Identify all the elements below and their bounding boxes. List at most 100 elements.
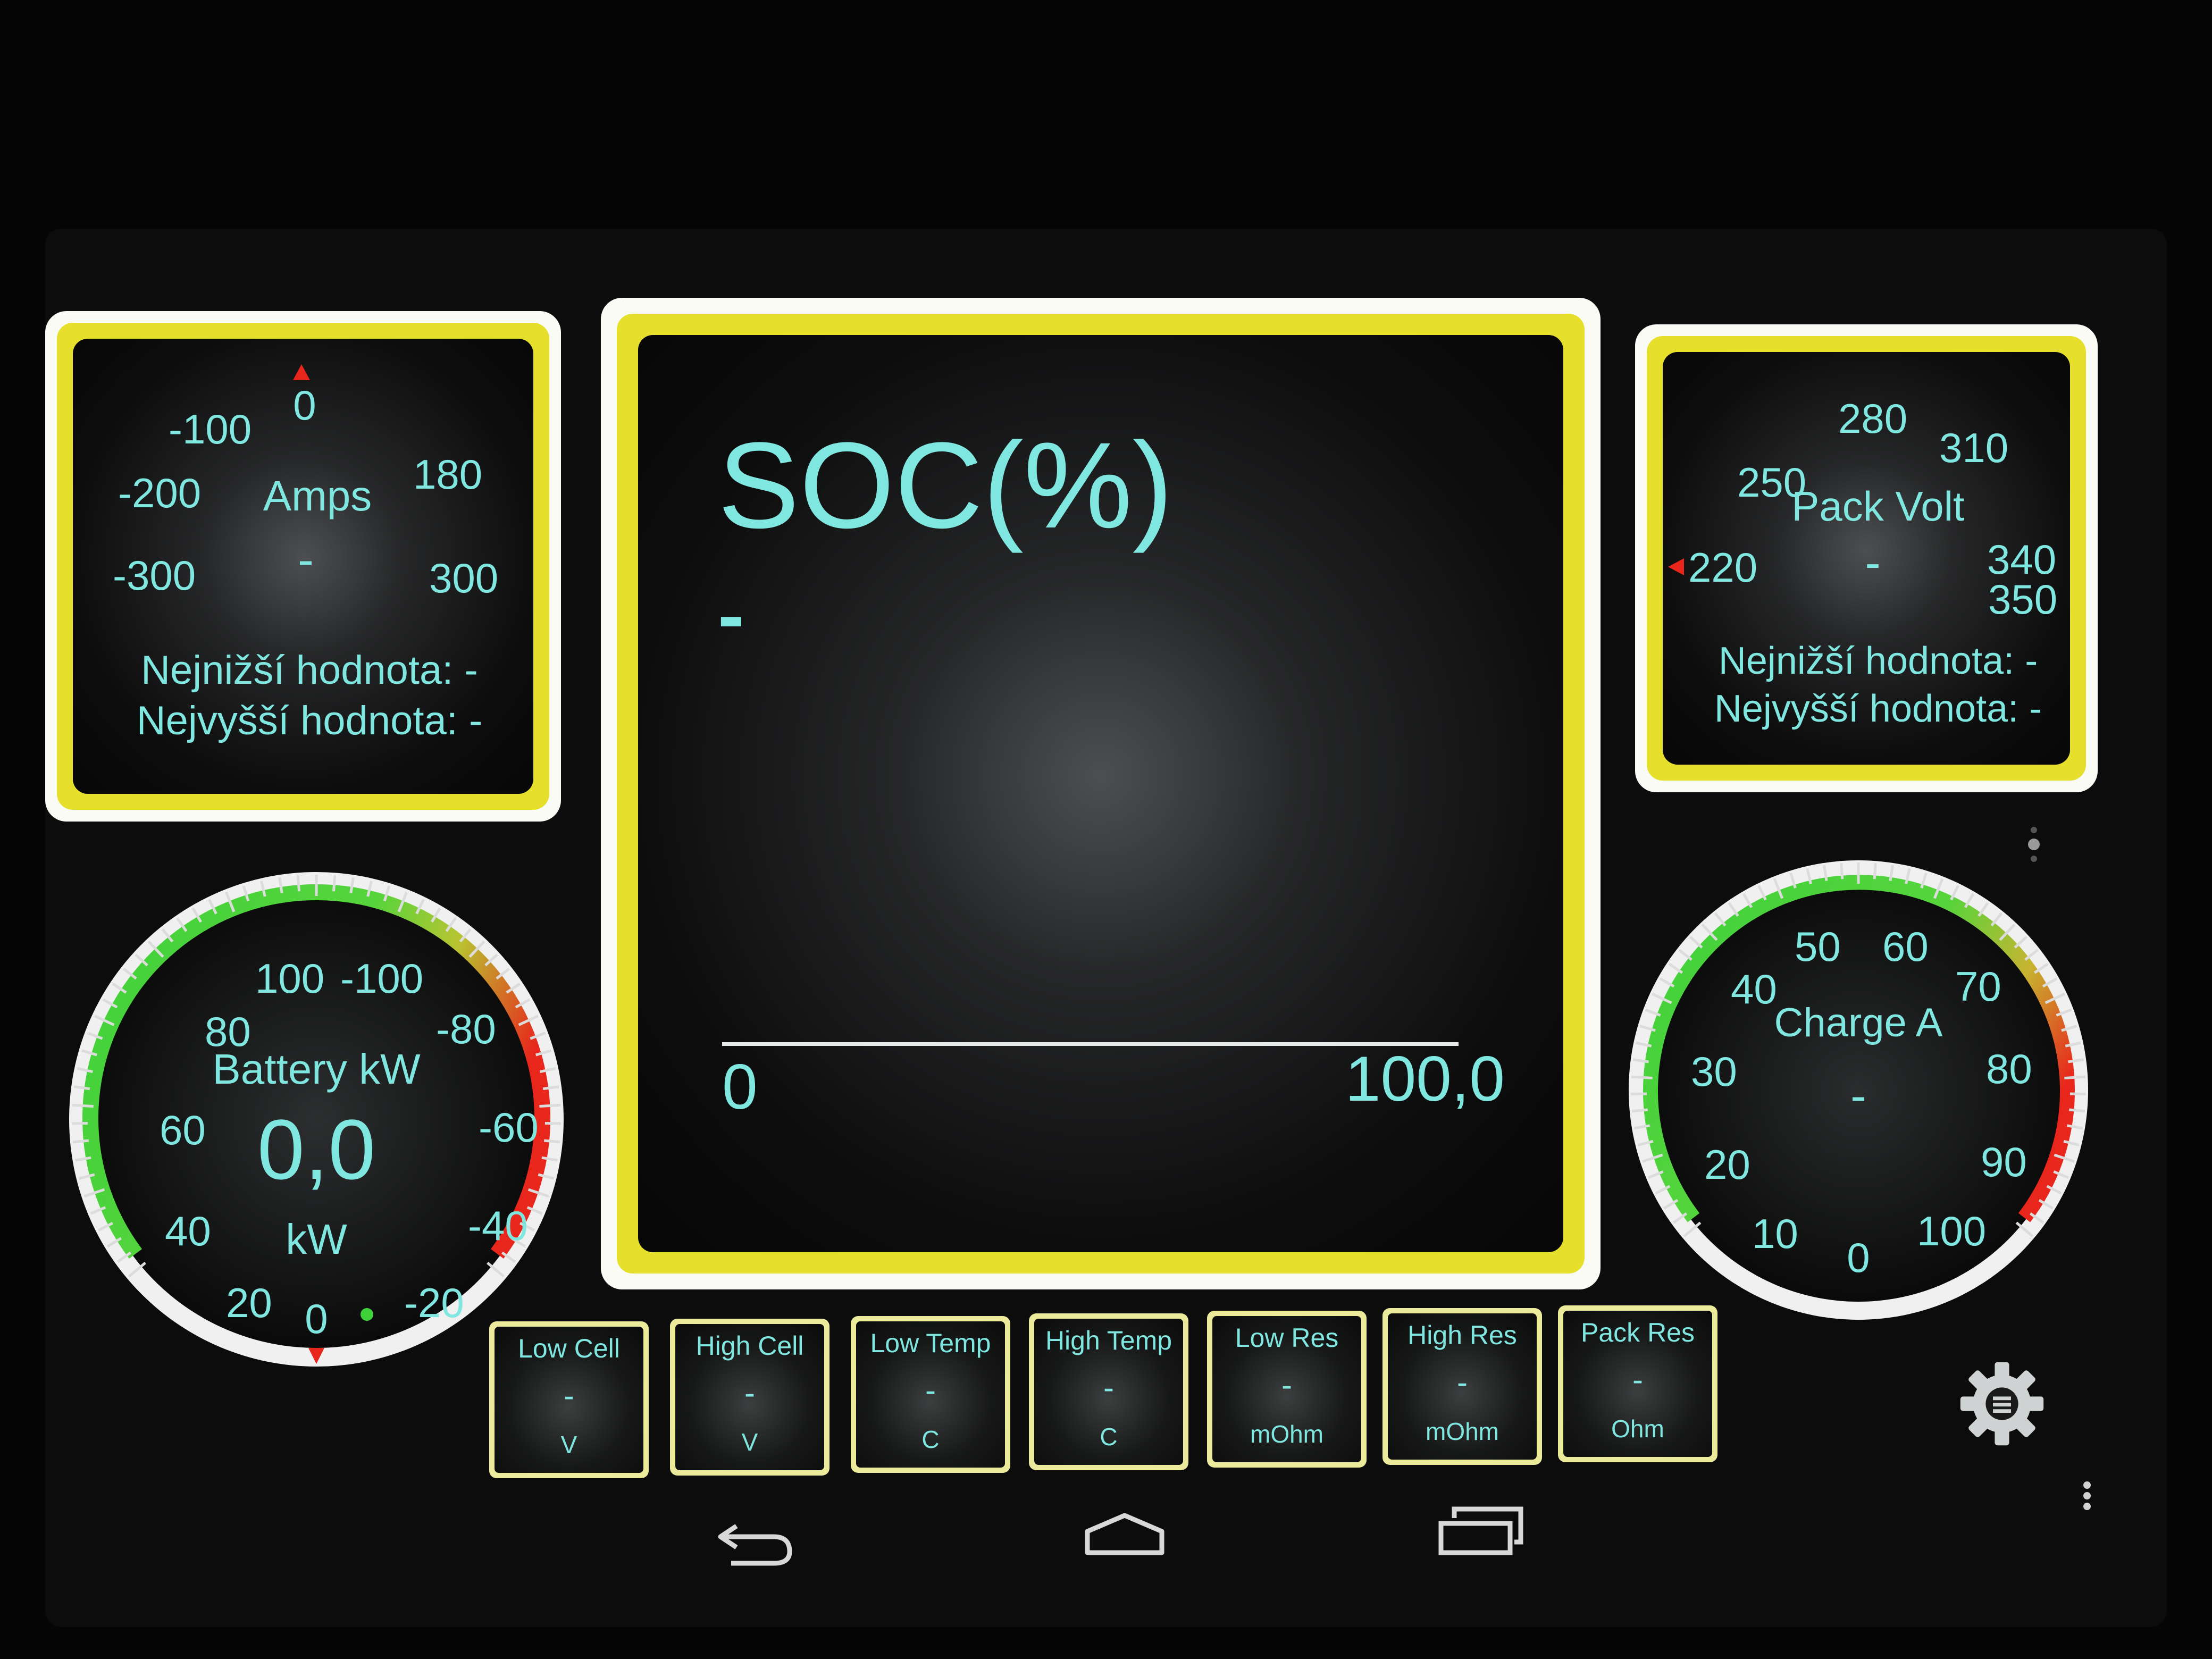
battery-tick: 60 xyxy=(160,1107,206,1153)
battery-tick: 0 xyxy=(305,1295,328,1342)
amps-tick: 300 xyxy=(429,555,499,601)
battery-tick: 40 xyxy=(165,1208,211,1254)
stat-tile-label: Low Cell xyxy=(518,1334,620,1363)
soc-min-label: 0 xyxy=(722,1051,758,1122)
back-icon[interactable] xyxy=(710,1510,800,1569)
pack-volt-tick: 220 xyxy=(1688,544,1758,591)
gauge-tick-mark xyxy=(296,875,301,892)
stat-tile-body: Low Res - mOhm xyxy=(1212,1316,1361,1462)
stat-tile-label: High Res xyxy=(1407,1320,1517,1350)
gauge-tick-mark xyxy=(2064,1075,2086,1079)
stat-tile-body: High Res - mOhm xyxy=(1388,1313,1537,1460)
charge-tick: 50 xyxy=(1795,923,1841,970)
overflow-menu-icon[interactable] xyxy=(2076,1478,2098,1531)
gauge-tick-mark xyxy=(539,1103,561,1108)
amps-tick: 0 xyxy=(293,382,316,429)
gauge-tick-mark xyxy=(332,875,337,892)
stat-tile-unit: C xyxy=(1100,1423,1118,1451)
gauge-tick-mark xyxy=(543,1139,560,1144)
battery-tick: -20 xyxy=(404,1279,464,1326)
gauge-tick-mark xyxy=(1873,863,1877,879)
battery-tick: -100 xyxy=(340,955,424,1002)
gauge-tick-mark xyxy=(2069,1108,2085,1113)
battery-kw-gauge[interactable]: 100 -100 80 -80 60 -60 40 -40 20 -20 0 B… xyxy=(64,867,569,1372)
battery-tick: -80 xyxy=(436,1006,496,1052)
dashboard-screen: 0 -100 -200 -300 180 300 Amps - Nejnižší… xyxy=(45,229,2167,1627)
page-indicator xyxy=(2026,822,2042,901)
home-icon[interactable] xyxy=(1077,1505,1172,1563)
stat-tile-body: Low Cell - V xyxy=(495,1327,643,1473)
battery-status-dot xyxy=(361,1308,373,1321)
amps-max-label: Nejvyšší hodnota: - xyxy=(136,698,483,743)
charge-tick: 90 xyxy=(1981,1138,2027,1185)
charge-tick: 70 xyxy=(1955,963,2001,1010)
pack-volt-tick: 350 xyxy=(1988,576,2058,623)
stat-tile-label: Low Temp xyxy=(870,1328,991,1358)
battery-tick: -40 xyxy=(468,1202,528,1249)
stat-tile[interactable]: High Res - mOhm xyxy=(1382,1308,1542,1465)
stat-tile[interactable]: High Cell - V xyxy=(670,1319,830,1476)
stat-tile-label: Low Res xyxy=(1235,1323,1339,1353)
charge-tick: 30 xyxy=(1691,1048,1737,1095)
stat-tile-unit: V xyxy=(560,1431,577,1459)
stat-tile-label: High Temp xyxy=(1045,1326,1172,1355)
amps-value: - xyxy=(298,533,314,586)
battery-tick: 100 xyxy=(255,955,325,1002)
charge-title: Charge A xyxy=(1774,1000,1943,1045)
stat-tile-unit: mOhm xyxy=(1426,1418,1499,1445)
amps-tick: -200 xyxy=(118,470,202,516)
amps-tick: -300 xyxy=(113,552,196,599)
gauge-tick-mark xyxy=(72,1103,94,1108)
charge-tick: 10 xyxy=(1752,1210,1798,1257)
charge-tick: 60 xyxy=(1882,923,1929,970)
stat-tile[interactable]: Pack Res - Ohm xyxy=(1558,1305,1717,1462)
charge-gauge[interactable]: 50 60 40 70 30 80 20 90 10 100 0 Charge … xyxy=(1624,856,2092,1324)
stat-tile[interactable]: Low Temp - C xyxy=(851,1316,1010,1473)
stat-tile[interactable]: High Temp - C xyxy=(1029,1313,1188,1470)
pack-volt-title: Pack Volt xyxy=(1791,483,1965,530)
stat-tile-body: Pack Res - Ohm xyxy=(1563,1311,1712,1457)
battery-tick: 20 xyxy=(226,1279,272,1326)
pack-volt-max-label: Nejvyšší hodnota: - xyxy=(1714,688,2042,730)
amps-tick: 180 xyxy=(413,451,483,498)
stat-tile-unit: V xyxy=(741,1428,758,1456)
gauge-tick-mark xyxy=(1631,1108,1648,1113)
charge-tick: 40 xyxy=(1731,966,1777,1012)
amps-gauge-panel[interactable]: 0 -100 -200 -300 180 300 Amps - Nejnižší… xyxy=(45,311,561,822)
recents-icon[interactable] xyxy=(1430,1499,1531,1558)
charge-tick: 100 xyxy=(1917,1208,1987,1254)
pack-volt-gauge-panel[interactable]: 280 310 250 340 350 220 Pack Volt - Nejn… xyxy=(1635,324,2098,792)
stat-tile-unit: C xyxy=(921,1426,940,1453)
stat-tile-value: - xyxy=(1457,1364,1468,1400)
battery-tick: -60 xyxy=(479,1104,539,1151)
stat-tile-value: - xyxy=(1632,1362,1643,1397)
soc-title: SOC(%) xyxy=(718,417,1174,554)
pack-volt-tick: 310 xyxy=(1939,424,2009,471)
gauge-tick-mark xyxy=(1631,1075,1653,1079)
stat-tile-value: - xyxy=(564,1378,574,1413)
battery-title: Battery kW xyxy=(212,1045,421,1093)
stat-tile-label: High Cell xyxy=(696,1331,804,1361)
gear-icon[interactable] xyxy=(1957,1359,2047,1449)
amps-title: Amps xyxy=(263,472,372,520)
gauge-tick-mark xyxy=(72,1139,89,1144)
charge-value: - xyxy=(1850,1069,1866,1122)
stat-tile-value: - xyxy=(1103,1370,1114,1405)
soc-value: - xyxy=(718,570,744,659)
stat-tile-unit: Ohm xyxy=(1611,1415,1664,1443)
stat-tile[interactable]: Low Cell - V xyxy=(489,1321,649,1478)
pack-volt-min-label: Nejnižší hodnota: - xyxy=(1718,640,2038,682)
charge-tick: 20 xyxy=(1704,1141,1750,1188)
stat-tile-label: Pack Res xyxy=(1581,1318,1695,1347)
stat-tile-value: - xyxy=(1281,1367,1292,1403)
stat-tile-body: High Temp - C xyxy=(1034,1319,1183,1465)
amps-min-label: Nejnižší hodnota: - xyxy=(141,648,478,693)
stat-tile-value: - xyxy=(925,1372,936,1408)
pack-volt-tick: 280 xyxy=(1838,395,1908,442)
pack-volt-value: - xyxy=(1865,536,1881,589)
stat-tile-body: Low Temp - C xyxy=(856,1321,1005,1468)
stat-tile-unit: mOhm xyxy=(1250,1420,1323,1448)
soc-panel[interactable]: SOC(%) - 0 100,0 xyxy=(601,298,1601,1289)
battery-value: 0,0 xyxy=(257,1102,376,1197)
stat-tile[interactable]: Low Res - mOhm xyxy=(1207,1311,1367,1468)
